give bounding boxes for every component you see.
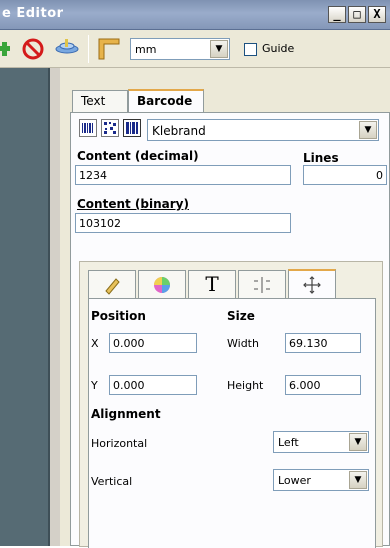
lines-label: Lines bbox=[303, 151, 339, 165]
tab-spacing[interactable] bbox=[238, 270, 286, 298]
tab-barcode[interactable]: Barcode bbox=[128, 89, 204, 113]
chevron-down-icon[interactable]: ▼ bbox=[349, 433, 367, 451]
width-label: Width bbox=[227, 337, 259, 350]
guides-label: Guide bbox=[262, 42, 295, 55]
toolbar: mm ▼ Guide bbox=[0, 30, 390, 68]
ruler-icon[interactable] bbox=[96, 36, 122, 62]
editor-window: e Editor _ □ X mm ▼ Guide Text Barcode K… bbox=[0, 0, 390, 548]
maximize-button[interactable]: □ bbox=[348, 6, 366, 23]
vertical-select[interactable]: Lower ▼ bbox=[273, 469, 369, 491]
content-decimal-input[interactable]: 1234 bbox=[75, 165, 291, 185]
window-title: e Editor bbox=[2, 6, 64, 21]
position-size-page: Position Size X 0.000 Width 69.130 Y 0.0… bbox=[88, 298, 376, 548]
unit-select[interactable]: mm ▼ bbox=[130, 38, 230, 60]
add-icon[interactable] bbox=[0, 36, 18, 62]
properties-panel: Text Barcode Klebrand ▼ Content (decimal… bbox=[60, 68, 390, 548]
vertical-label: Vertical bbox=[91, 475, 133, 488]
x-value: 0.000 bbox=[113, 337, 145, 350]
tab-pen[interactable] bbox=[88, 270, 136, 298]
tab-text[interactable]: Text bbox=[72, 90, 128, 112]
x-input[interactable]: 0.000 bbox=[109, 333, 197, 353]
height-input[interactable]: 6.000 bbox=[285, 375, 361, 395]
layout-tab-bar: T bbox=[88, 269, 338, 299]
chevron-down-icon[interactable]: ▼ bbox=[349, 471, 367, 489]
height-value: 6.000 bbox=[289, 379, 321, 392]
chevron-down-icon[interactable]: ▼ bbox=[210, 40, 228, 58]
barcode-type-select[interactable]: Klebrand ▼ bbox=[147, 119, 379, 141]
horizontal-select[interactable]: Left ▼ bbox=[273, 431, 369, 453]
barcode-bars-icon[interactable] bbox=[123, 119, 141, 137]
minimize-button[interactable]: _ bbox=[328, 6, 346, 23]
content-binary-label: Content (binary) bbox=[77, 197, 189, 211]
width-input[interactable]: 69.130 bbox=[285, 333, 361, 353]
tab-position[interactable] bbox=[288, 269, 336, 299]
guides-checkbox[interactable] bbox=[244, 43, 257, 56]
canvas-area[interactable] bbox=[0, 68, 50, 546]
height-label: Height bbox=[227, 379, 264, 392]
content-decimal-value: 1234 bbox=[79, 169, 107, 182]
toolbar-separator bbox=[88, 35, 89, 63]
width-value: 69.130 bbox=[289, 337, 328, 350]
horizontal-value: Left bbox=[278, 436, 299, 449]
x-label: X bbox=[91, 337, 99, 350]
tab-color[interactable] bbox=[138, 270, 186, 298]
alignment-label: Alignment bbox=[91, 407, 161, 421]
content-binary-input[interactable]: 103102 bbox=[75, 213, 291, 233]
close-button[interactable]: X bbox=[368, 6, 386, 23]
barcode-tab-page: Klebrand ▼ Content (decimal) Lines 1234 … bbox=[70, 112, 390, 548]
barcode-type-value: Klebrand bbox=[152, 124, 206, 138]
layout-group: T Position Size X 0.000 Width 69.130 Y 0… bbox=[79, 261, 383, 548]
layers-icon[interactable] bbox=[54, 36, 80, 62]
splitter[interactable] bbox=[50, 68, 60, 546]
position-label: Position bbox=[91, 309, 146, 323]
lines-input[interactable]: 0 bbox=[303, 165, 387, 185]
lines-value: 0 bbox=[376, 169, 383, 182]
y-label: Y bbox=[91, 379, 98, 392]
unit-select-value: mm bbox=[135, 43, 157, 56]
barcode-1d-icon[interactable] bbox=[79, 119, 97, 137]
title-bar[interactable]: e Editor _ □ X bbox=[0, 0, 390, 30]
size-label: Size bbox=[227, 309, 255, 323]
content-binary-value: 103102 bbox=[79, 217, 121, 230]
content-decimal-label: Content (decimal) bbox=[77, 149, 199, 163]
y-value: 0.000 bbox=[113, 379, 145, 392]
horizontal-label: Horizontal bbox=[91, 437, 148, 450]
barcode-2d-icon[interactable] bbox=[101, 119, 119, 137]
chevron-down-icon[interactable]: ▼ bbox=[359, 121, 377, 139]
tab-text-format[interactable]: T bbox=[188, 270, 236, 298]
delete-icon[interactable] bbox=[20, 36, 46, 62]
vertical-value: Lower bbox=[278, 474, 311, 487]
y-input[interactable]: 0.000 bbox=[109, 375, 197, 395]
